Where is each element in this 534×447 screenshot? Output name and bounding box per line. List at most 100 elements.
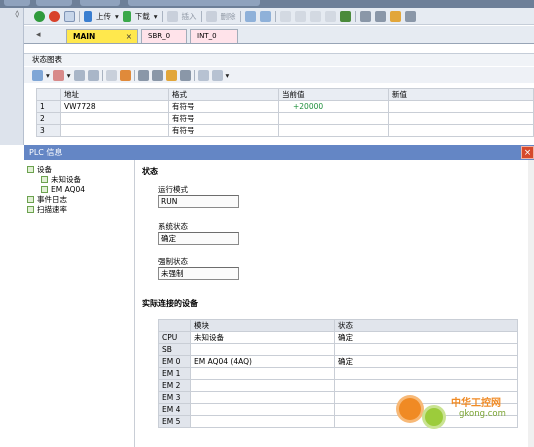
plc-info-tree: 设备 未知设备 EM AQ04 事件日志 扫描速率: [24, 160, 135, 447]
address-cell[interactable]: [60, 112, 169, 125]
table-row[interactable]: CPU 未知设备 确定: [158, 331, 518, 344]
new-value-cell[interactable]: [388, 112, 534, 125]
plc-info-title: PLC 信息: [29, 148, 63, 157]
menu-tab[interactable]: [80, 0, 120, 6]
module-cell: [190, 379, 335, 392]
gear-icon: [399, 398, 421, 420]
tree-item-em-aq04[interactable]: EM AQ04: [24, 185, 134, 195]
edit-icon[interactable]: [324, 10, 336, 22]
delete-icon[interactable]: [205, 10, 217, 22]
dropdown-icon[interactable]: ▾: [46, 71, 50, 80]
add-row-icon[interactable]: [32, 69, 43, 81]
insert-row-icon[interactable]: [52, 69, 64, 81]
table-row[interactable]: 3 有符号: [36, 124, 534, 137]
menu-tab[interactable]: [4, 0, 30, 6]
unforce-icon[interactable]: [151, 69, 163, 81]
column-header-address: 地址: [60, 88, 169, 101]
slot-cell: EM 0: [158, 355, 191, 368]
table-icon[interactable]: [87, 69, 99, 81]
tab-int0[interactable]: INT_0: [190, 29, 238, 43]
upload-dropdown-icon[interactable]: ▾: [115, 12, 119, 21]
format-cell[interactable]: 有符号: [168, 100, 279, 113]
box-icon[interactable]: [389, 10, 401, 22]
dropdown-icon[interactable]: ▾: [67, 71, 71, 80]
insert-button[interactable]: 插入: [182, 11, 197, 22]
new-value-cell[interactable]: [388, 100, 534, 113]
compile-icon[interactable]: [64, 10, 75, 22]
address-cell[interactable]: [60, 124, 169, 137]
network-icon[interactable]: [339, 10, 351, 22]
tree-item-devices[interactable]: 设备: [24, 165, 134, 175]
tab-sbr0[interactable]: SBR_0: [141, 29, 187, 43]
slot-cell: EM 1: [158, 367, 191, 380]
delete-button[interactable]: 删除: [221, 11, 236, 22]
plc-info-title-bar[interactable]: PLC 信息 ×: [24, 145, 534, 160]
column-header-module: 模块: [190, 319, 335, 332]
table-row[interactable]: 2 有符号: [36, 112, 534, 125]
contact-icon[interactable]: [359, 10, 371, 22]
status-chart-table: 地址 格式 当前值 新值 1 VW7728 有符号 +20000 2 有符号 3…: [36, 88, 534, 137]
edit-icon[interactable]: [309, 10, 321, 22]
row-number-header: [36, 88, 61, 101]
insert-icon[interactable]: [166, 10, 178, 22]
table-icon[interactable]: [73, 69, 85, 81]
toolbar-separator: [274, 10, 276, 22]
download-button[interactable]: 下载: [135, 11, 150, 22]
watermark-url: gkong.com: [459, 409, 506, 419]
run-mode-label: 运行模式: [158, 185, 188, 194]
table-row[interactable]: EM 0 EM AQ04 (4AQ) 确定: [158, 355, 518, 368]
tab-scroll-left-icon[interactable]: ◂: [36, 30, 46, 40]
read-all-icon[interactable]: [165, 69, 177, 81]
edit-icon[interactable]: [279, 10, 291, 22]
edit-icon[interactable]: [294, 10, 306, 22]
pencil-icon[interactable]: [119, 69, 131, 81]
force-icon[interactable]: [137, 69, 149, 81]
tree-node-icon: [41, 176, 48, 183]
table-row[interactable]: SB: [158, 343, 518, 356]
slot-cell: EM 3: [158, 391, 191, 404]
trend-icon[interactable]: [197, 69, 209, 81]
slot-cell: EM 2: [158, 379, 191, 392]
close-icon[interactable]: ×: [126, 30, 132, 43]
toolbar-separator: [79, 10, 80, 22]
upload-button[interactable]: 上传: [96, 11, 111, 22]
tree-node-icon: [27, 196, 34, 203]
line-icon[interactable]: [404, 10, 416, 22]
current-value-cell: [278, 124, 389, 137]
tree-item-scan-rate[interactable]: 扫描速率: [24, 205, 134, 215]
format-cell[interactable]: 有符号: [168, 112, 279, 125]
upload-arrow-icon[interactable]: [84, 10, 92, 22]
menu-tab[interactable]: [36, 0, 72, 6]
coil-icon[interactable]: [374, 10, 386, 22]
tree-item-unknown-device[interactable]: 未知设备: [24, 175, 134, 185]
toolbar-separator: [200, 10, 202, 22]
table-row[interactable]: EM 1: [158, 367, 518, 380]
new-value-cell[interactable]: [388, 124, 534, 137]
monitor-pause-icon[interactable]: [259, 10, 271, 22]
tree-item-label: 扫描速率: [37, 205, 67, 214]
tree-node-icon: [27, 206, 34, 213]
tree-item-label: EM AQ04: [51, 185, 86, 194]
stop-icon[interactable]: [49, 10, 60, 22]
chart-icon[interactable]: [105, 69, 117, 81]
address-cell[interactable]: VW7728: [60, 100, 169, 113]
editor-tab-row: ◂ MAIN × SBR_0 INT_0: [24, 26, 534, 44]
monitor-icon[interactable]: [244, 10, 256, 22]
download-arrow-icon[interactable]: [122, 10, 131, 22]
tree-item-event-log[interactable]: 事件日志: [24, 195, 134, 205]
close-icon[interactable]: ×: [521, 146, 534, 159]
module-cell: EM AQ04 (4AQ): [190, 355, 335, 368]
write-icon[interactable]: [179, 69, 191, 81]
dropdown-icon[interactable]: ▾: [226, 71, 230, 80]
download-dropdown-icon[interactable]: ▾: [154, 12, 158, 21]
menu-tab[interactable]: [128, 0, 260, 6]
connected-devices-heading: 实际连接的设备: [142, 299, 198, 308]
table-row[interactable]: 1 VW7728 有符号 +20000: [36, 100, 534, 113]
format-cell[interactable]: 有符号: [168, 124, 279, 137]
tab-main[interactable]: MAIN ×: [66, 29, 138, 43]
top-window-strip: [0, 0, 534, 8]
status-cell: 确定: [334, 355, 518, 368]
format-icon[interactable]: [211, 69, 223, 81]
run-icon[interactable]: [34, 10, 45, 22]
toolbar-separator: [101, 69, 103, 81]
